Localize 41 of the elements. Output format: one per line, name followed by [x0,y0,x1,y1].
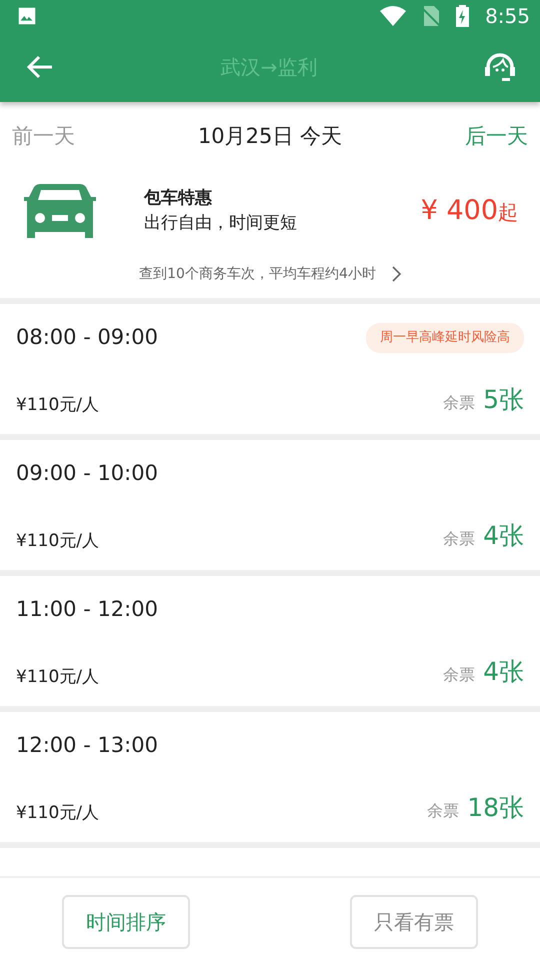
summary-link[interactable]: 查到10个商务车次，平均车程约4小时 [0,250,540,298]
available-only-button[interactable]: 只看有票 [350,895,478,949]
battery-icon [456,5,470,27]
back-button[interactable] [26,54,54,80]
sort-by-time-button[interactable]: 时间排序 [62,895,190,949]
remaining-label: 余票 [443,664,476,686]
promo-subtitle: 出行自由，时间更短 [144,212,298,235]
price-suffix: 起 [498,198,518,226]
image-icon [16,5,38,27]
ticket-price: ¥110元/人 [16,802,99,824]
risk-tag: 周一早高峰延时风险高 [366,323,524,352]
remaining-count: 4张 [483,520,524,552]
remaining-label: 余票 [443,528,476,550]
departure-time: 08:00 - 09:00 [16,324,158,351]
departure-time: 11:00 - 12:00 [16,596,158,623]
departure-time: 12:00 - 13:00 [16,732,158,759]
chevron-right-icon [392,266,401,282]
departure-time: 09:00 - 10:00 [16,460,158,487]
ticket-price: ¥110元/人 [16,666,99,688]
promo-title: 包车特惠 [144,186,213,210]
ticket-price: ¥110元/人 [16,394,99,416]
trip-card[interactable]: 12:00 - 13:00 ¥110元/人 余票 18张 [0,712,540,842]
trip-card[interactable]: 09:00 - 10:00 ¥110元/人 余票 4张 [0,440,540,570]
trip-card[interactable]: 11:00 - 12:00 ¥110元/人 余票 4张 [0,576,540,706]
next-day-button[interactable]: 后一天 [465,121,528,153]
car-icon [24,182,96,240]
trip-card[interactable]: 08:00 - 09:00 周一早高峰延时风险高 ¥110元/人 余票 5张 [0,304,540,434]
customer-service-button[interactable] [484,52,516,82]
remaining-label: 余票 [443,392,476,414]
ticket-price: ¥110元/人 [16,530,99,552]
promo-price: ¥ 400 [420,194,498,228]
no-sim-icon [422,6,440,26]
current-date: 10月25日 今天 [198,123,342,150]
status-time: 8:55 [485,3,530,30]
back-arrow-icon [26,55,54,80]
remaining-count: 5张 [483,384,524,416]
remaining-count: 4张 [483,656,524,688]
remaining-count: 18张 [467,792,524,824]
headset-icon [484,52,516,82]
remaining-label: 余票 [427,800,460,822]
wifi-icon [380,6,406,26]
